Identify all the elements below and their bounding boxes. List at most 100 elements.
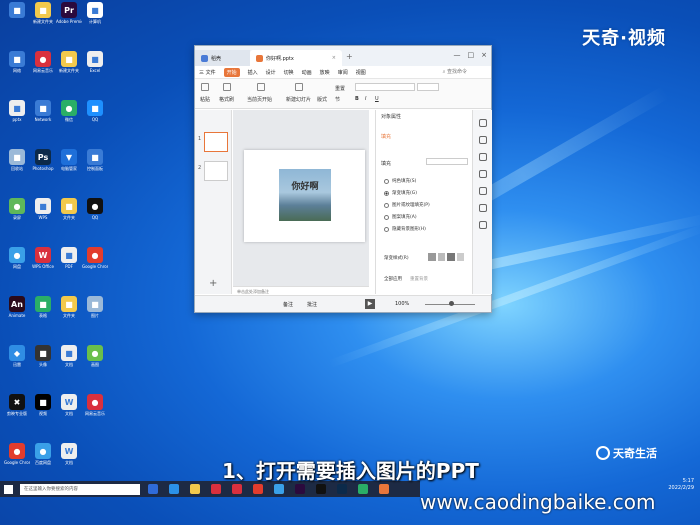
shape-icon[interactable]	[478, 153, 487, 161]
desktop-icon[interactable]: ● 微信	[56, 100, 82, 122]
windows-start-icon[interactable]	[4, 485, 13, 494]
desktop-icon[interactable]: ● 录屏	[4, 198, 30, 220]
radio[interactable]	[384, 226, 389, 232]
desktop-icon[interactable]: W 文档	[56, 443, 82, 465]
menu-transition[interactable]: 切换	[284, 69, 294, 76]
taskbar-app-icon[interactable]	[358, 484, 368, 494]
desktop-icon[interactable]: Ps Photoshop	[30, 149, 56, 171]
new-slide-button[interactable]: 新建幻灯片	[286, 96, 311, 103]
font-size-select[interactable]	[417, 83, 439, 91]
menu-slideshow[interactable]: 放映	[320, 69, 330, 76]
taskbar-app-icon[interactable]	[190, 484, 200, 494]
close-icon[interactable]: ×	[481, 51, 487, 59]
taskbar-app-icon[interactable]	[232, 484, 242, 494]
slide-title[interactable]: 你好啊	[279, 179, 331, 192]
desktop-icon[interactable]: PrAdobe Premiere	[56, 2, 82, 24]
desktop-icon[interactable]: ■ pptx	[4, 100, 30, 122]
underline-icon[interactable]: U	[375, 96, 379, 102]
desktop-icon[interactable]: An Animate	[4, 296, 30, 318]
apply-all-button[interactable]: 全部应用	[384, 276, 402, 282]
desktop-icon[interactable]: ✖ 剪映专业版	[4, 394, 30, 416]
radio[interactable]	[384, 214, 389, 220]
desktop-icon[interactable]: ● 画图	[82, 345, 108, 367]
play-from-current-button[interactable]: 当前页开始	[247, 96, 272, 103]
slide-picture[interactable]: 你好啊	[279, 169, 331, 221]
taskbar-app-icon[interactable]	[148, 484, 158, 494]
reset-background-button[interactable]: 重置背景	[410, 276, 428, 282]
taskbar-app-icon[interactable]	[316, 484, 326, 494]
taskbar-app-icon[interactable]	[253, 484, 263, 494]
desktop-icon[interactable]: W 文档	[56, 394, 82, 416]
desktop-icon[interactable]: ● 网易云音乐	[82, 394, 108, 416]
system-clock[interactable]: 5:17 2022/2/29	[668, 478, 694, 492]
style-icon[interactable]	[478, 136, 487, 144]
desktop-icon[interactable]: ■ 回收站	[4, 149, 30, 171]
desktop-icon[interactable]: ■ 新建文件夹	[56, 51, 82, 73]
section-button[interactable]: 节	[335, 96, 340, 103]
desktop-icon[interactable]: ●Google Chrome	[82, 247, 108, 269]
desktop-icon[interactable]: ■ PDF	[56, 247, 82, 269]
desktop-icon[interactable]: ● 百度网盘	[30, 443, 56, 465]
desktop-icon[interactable]: ■­	[4, 2, 30, 24]
menu-insert[interactable]: 插入	[248, 69, 258, 76]
play-from-current-icon[interactable]	[257, 83, 265, 91]
menu-home[interactable]: 开始	[223, 67, 240, 77]
desktop-icon[interactable]: ■ Network	[30, 100, 56, 122]
help-icon[interactable]	[478, 187, 487, 195]
desktop-icon[interactable]: ■ 控制面板	[82, 149, 108, 171]
tab-daoke[interactable]: 稻壳	[195, 50, 250, 66]
desktop-icon[interactable]: ■ 表格	[30, 296, 56, 318]
fill-section-header[interactable]: 填充	[376, 157, 396, 170]
search-command[interactable]: ⌕ 查找命令	[443, 68, 475, 75]
format-painter-icon[interactable]	[223, 83, 231, 91]
desktop-icon[interactable]: ■ 视频	[30, 394, 56, 416]
desktop-icon[interactable]: ■ QQ	[82, 100, 108, 122]
desktop-icon[interactable]: ▼ 电脑管家	[56, 149, 82, 171]
taskbar-app-icon[interactable]	[295, 484, 305, 494]
minimize-icon[interactable]: —	[454, 51, 461, 59]
settings-icon[interactable]	[478, 221, 487, 229]
menu-design[interactable]: 设计	[266, 69, 276, 76]
format-painter-button[interactable]: 格式刷	[219, 96, 234, 103]
menu-animation[interactable]: 动画	[302, 69, 312, 76]
tab-document[interactable]: 你好啊.pptx ×	[250, 50, 342, 66]
desktop-icon[interactable]: ● 网易云音乐	[30, 51, 56, 73]
menu-view[interactable]: 视图	[356, 69, 366, 76]
zoom-slider-thumb[interactable]	[449, 301, 454, 306]
close-tab-icon[interactable]: ×	[332, 55, 336, 61]
panel-tab-fill[interactable]: 填充	[376, 123, 471, 143]
new-slide-icon[interactable]	[295, 83, 303, 91]
slide-thumbnail-2[interactable]	[204, 161, 228, 181]
notes-field[interactable]: 单击此处添加备注	[233, 286, 369, 295]
backup-icon[interactable]	[478, 204, 487, 212]
slide-thumbnail-1[interactable]	[204, 132, 228, 152]
taskbar-app-icon[interactable]	[379, 484, 389, 494]
desktop-icon[interactable]: ■ 网络	[4, 51, 30, 73]
desktop-icon[interactable]: W WPS Office	[30, 247, 56, 269]
paste-icon[interactable]	[201, 83, 209, 91]
desktop-icon[interactable]: ■ WPS	[30, 198, 56, 220]
desktop-icon[interactable]: ■ 文件夹	[56, 296, 82, 318]
italic-icon[interactable]: I	[365, 96, 366, 102]
desktop-icon[interactable]: ●Google Chrome	[4, 443, 30, 465]
fill-option[interactable]: 图片或纹理填充(P)	[384, 202, 430, 208]
taskbar-app-icon[interactable]	[169, 484, 179, 494]
comment-toggle[interactable]: 批注	[307, 301, 317, 308]
radio[interactable]	[384, 190, 389, 196]
properties-icon[interactable]	[478, 119, 487, 127]
play-icon[interactable]: ▶	[365, 299, 375, 309]
maximize-icon[interactable]: □	[468, 51, 475, 59]
desktop-icon[interactable]: ■ 头像	[30, 345, 56, 367]
fill-option[interactable]: 隐藏背景图形(H)	[384, 226, 426, 232]
add-slide-icon[interactable]: +	[209, 278, 217, 289]
current-slide[interactable]: 你好啊	[244, 150, 365, 242]
menu-review[interactable]: 审阅	[338, 69, 348, 76]
menu-file[interactable]: 三 文件	[199, 69, 216, 76]
taskbar-app-icon[interactable]	[274, 484, 284, 494]
desktop-icon[interactable]: ■ 文档	[56, 345, 82, 367]
fill-option[interactable]: 图案填充(A)	[384, 214, 417, 220]
desktop-icon[interactable]: ■ Excel	[82, 51, 108, 73]
desktop-icon[interactable]: ■ 文件夹	[56, 198, 82, 220]
taskbar-search-input[interactable]: 在这里输入你要搜索的内容	[20, 484, 140, 495]
paste-button[interactable]: 粘贴	[200, 96, 210, 103]
